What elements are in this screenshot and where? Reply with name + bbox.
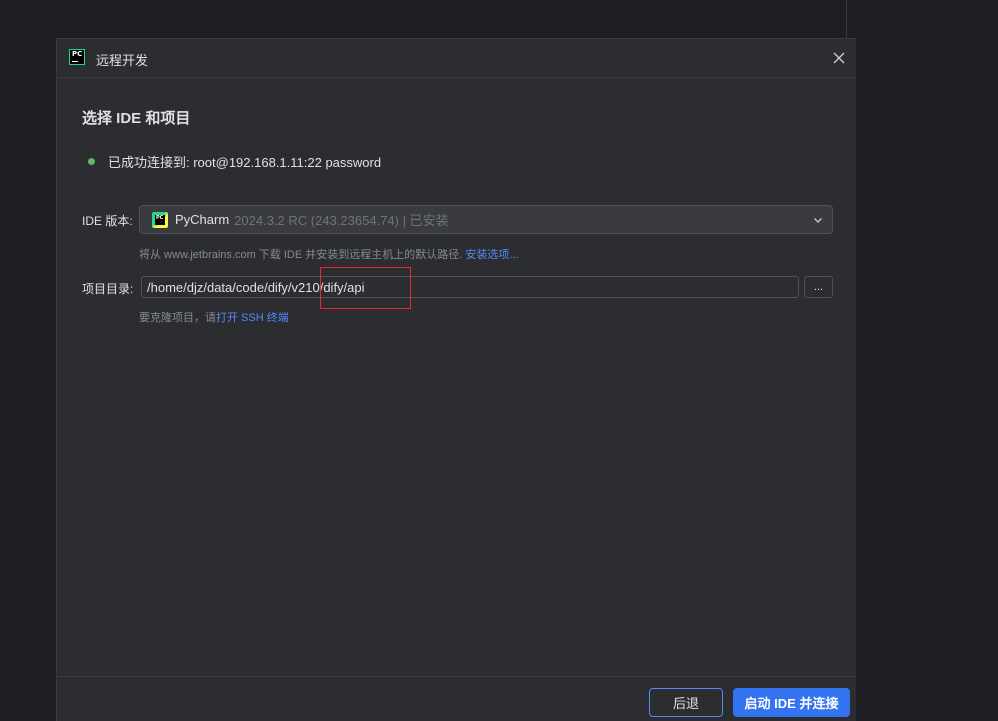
dialog-title: 远程开发 [96, 53, 149, 68]
background-divider [846, 0, 847, 38]
dialog-titlebar: PC 远程开发 [57, 39, 856, 78]
remote-dev-dialog: PC 远程开发 选择 IDE 和项目 已成功连接到: root@192.168.… [56, 38, 857, 721]
project-dir-input[interactable] [141, 276, 799, 298]
pycharm-app-icon: PC [69, 49, 85, 65]
clone-hint: 要克隆项目，请打开 SSH 终端 [139, 309, 289, 325]
clone-hint-text: 要克隆项目，请 [139, 312, 216, 324]
close-icon [833, 52, 845, 64]
pycharm-icon: PC [152, 211, 168, 228]
install-options-link[interactable]: 安装选项... [465, 249, 518, 261]
status-dot-icon [88, 158, 95, 165]
start-ide-connect-button[interactable]: 启动 IDE 并连接 [733, 688, 850, 717]
ide-version-label: IDE 版本: [82, 214, 133, 228]
highlight-annotation [320, 267, 411, 309]
ide-version-text: 2024.3.2 RC (243.23654.74) | 已安装 [234, 213, 449, 228]
page-heading: 选择 IDE 和项目 [82, 110, 191, 127]
ide-install-hint-text: 将从 www.jetbrains.com 下载 IDE 并安装到远程主机上的默认… [139, 249, 463, 261]
ide-name: PyCharm [175, 212, 230, 227]
open-ssh-terminal-link[interactable]: 打开 SSH 终端 [216, 312, 289, 324]
close-button[interactable] [830, 49, 848, 67]
chevron-down-icon [814, 218, 822, 223]
browse-button[interactable]: ... [804, 276, 833, 298]
back-button[interactable]: 后退 [649, 688, 723, 717]
project-dir-label: 项目目录: [82, 282, 134, 296]
ide-install-hint: 将从 www.jetbrains.com 下载 IDE 并安装到远程主机上的默认… [139, 246, 519, 262]
ide-version-select[interactable]: PC PyCharm 2024.3.2 RC (243.23654.74) | … [139, 205, 833, 234]
footer-divider [57, 676, 857, 677]
status-text: 已成功连接到: root@192.168.1.11:22 password [108, 155, 382, 170]
connection-status: 已成功连接到: root@192.168.1.11:22 password [88, 152, 381, 171]
